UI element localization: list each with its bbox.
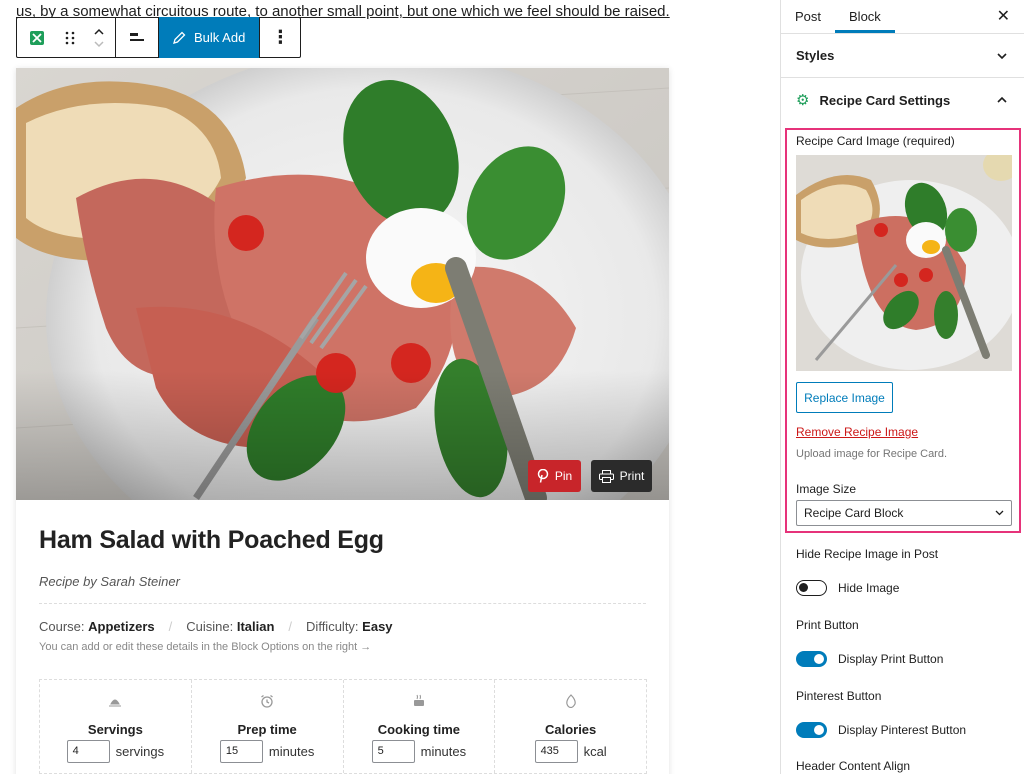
cuisine-label: Cuisine: — [186, 619, 234, 634]
calories-input[interactable]: 435 — [534, 740, 578, 763]
pin-button[interactable]: Pin — [528, 460, 581, 492]
cooking-pot-icon — [412, 694, 426, 712]
print-button[interactable]: Print — [591, 460, 652, 492]
stat-unit: minutes — [420, 744, 467, 759]
print-toggle-label: Display Print Button — [838, 652, 944, 666]
print-button-toggle[interactable] — [796, 651, 827, 667]
servings-input[interactable]: 4 — [66, 740, 110, 763]
printer-icon — [598, 469, 614, 483]
recipe-settings-title-wrap: ⚙ Recipe Card Settings — [796, 91, 950, 109]
recipe-stats: Servings 4 servings Prep time 15 minutes — [39, 679, 647, 774]
styles-panel-toggle[interactable]: Styles — [781, 34, 1024, 78]
details-hint: You can add or edit these details in the… — [39, 641, 372, 653]
stat-servings: Servings 4 servings — [40, 680, 192, 773]
prep-time-input[interactable]: 15 — [219, 740, 263, 763]
stat-label: Cooking time — [377, 722, 461, 737]
pinterest-button-toggle[interactable] — [796, 722, 827, 738]
cuisine-value: Italian — [236, 619, 275, 634]
print-section-label: Print Button — [796, 618, 859, 632]
recipe-title[interactable]: Ham Salad with Poached Egg — [39, 526, 384, 555]
pinterest-toggle-row: Display Pinterest Button — [796, 722, 966, 738]
header-align-section-label: Header Content Align — [796, 759, 911, 773]
hide-image-toggle[interactable] — [796, 580, 827, 596]
servings-icon — [108, 694, 122, 712]
course-label: Course: — [39, 619, 85, 634]
stat-input-row: 15 minutes — [219, 740, 315, 763]
block-toolbar: Bulk Add ⋮ — [16, 16, 302, 58]
options-group: ⋮ — [260, 18, 300, 57]
stat-unit: kcal — [583, 744, 607, 759]
styles-panel-title: Styles — [796, 48, 835, 63]
stat-input-row: 4 servings — [66, 740, 165, 763]
drag-handle-icon[interactable] — [57, 18, 83, 57]
separator: / — [168, 619, 173, 634]
gear-icon: ⚙ — [796, 92, 810, 109]
cooking-time-input[interactable]: 5 — [371, 740, 415, 763]
recipe-author[interactable]: Recipe by Sarah Steiner — [39, 574, 180, 589]
tab-post[interactable]: Post — [781, 0, 835, 33]
chevron-up-icon — [997, 96, 1007, 103]
align-group — [116, 18, 159, 57]
course-value: Appetizers — [88, 619, 155, 634]
stat-input-row: 5 minutes — [371, 740, 467, 763]
editor-canvas: us, by a somewhat circuitous route, to a… — [0, 0, 780, 774]
hide-image-toggle-label: Hide Image — [838, 581, 900, 595]
bulk-add-label: Bulk Add — [194, 29, 246, 45]
pin-label: Pin — [554, 469, 573, 483]
highlight-box — [785, 128, 1021, 533]
move-buttons — [83, 18, 115, 57]
stat-unit: minutes — [268, 744, 315, 759]
pencil-icon — [173, 31, 186, 44]
stat-calories: Calories 435 kcal — [495, 680, 646, 773]
move-up-down-icon[interactable] — [93, 25, 105, 51]
difficulty-label: Difficulty: — [306, 619, 359, 634]
stat-label: Calories — [544, 722, 597, 737]
toggle-knob — [814, 654, 824, 664]
close-icon[interactable]: ✕ — [997, 6, 1010, 26]
divider — [39, 603, 646, 604]
chevron-down-icon — [997, 52, 1007, 59]
recipe-image: Pin Print — [16, 68, 669, 500]
block-type-group — [17, 18, 116, 57]
stat-prep-time: Prep time 15 minutes — [192, 680, 344, 773]
sidebar-tabs: Post Block ✕ — [781, 0, 1024, 34]
recipe-settings-title: Recipe Card Settings — [819, 92, 951, 108]
stat-label: Servings — [87, 722, 143, 737]
stat-label: Prep time — [237, 722, 297, 737]
print-toggle-row: Display Print Button — [796, 651, 943, 667]
pinterest-icon — [537, 469, 549, 483]
recipe-details: Course: Appetizers / Cuisine: Italian / … — [39, 619, 393, 634]
separator: / — [288, 619, 293, 634]
stat-cooking-time: Cooking time 5 minutes — [344, 680, 496, 773]
recipe-card-block[interactable]: Pin Print Ham Salad with Poached Egg Rec… — [16, 68, 669, 774]
recipe-card-block-icon[interactable] — [17, 18, 57, 57]
print-label: Print — [619, 469, 645, 483]
hide-image-section-label: Hide Recipe Image in Post — [796, 547, 939, 561]
recipe-settings-panel-toggle[interactable]: ⚙ Recipe Card Settings — [781, 78, 1024, 122]
pinterest-toggle-label: Display Pinterest Button — [838, 723, 967, 737]
hide-image-toggle-row: Hide Image — [796, 580, 899, 596]
bulk-add-group: Bulk Add — [159, 16, 261, 58]
flame-icon — [565, 694, 577, 712]
stat-input-row: 435 kcal — [534, 740, 607, 763]
pinterest-section-label: Pinterest Button — [796, 689, 882, 703]
tab-block[interactable]: Block — [835, 0, 895, 33]
alarm-clock-icon — [260, 694, 274, 712]
difficulty-value: Easy — [362, 619, 393, 634]
stat-unit: servings — [115, 744, 165, 759]
more-options-icon[interactable]: ⋮ — [260, 18, 300, 57]
align-left-icon[interactable] — [116, 18, 158, 57]
toggle-knob — [799, 583, 808, 592]
bulk-add-button[interactable]: Bulk Add — [159, 16, 260, 58]
toggle-knob — [814, 725, 824, 735]
